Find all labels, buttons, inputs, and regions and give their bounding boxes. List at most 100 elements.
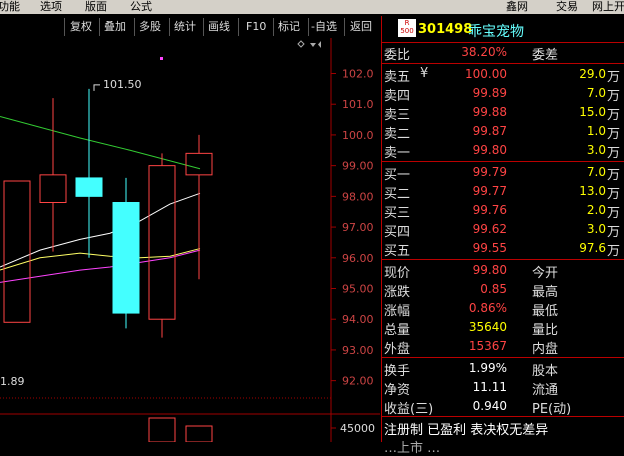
add-watchlist-button[interactable]: -自选: [311, 19, 337, 34]
sell-row[interactable]: 卖五 ¥100.00 29.0 万: [384, 65, 622, 85]
back-button[interactable]: 返回: [350, 19, 372, 34]
y-tick-label: 97.00: [342, 221, 374, 234]
divider: [382, 416, 624, 417]
quote-value: 15367: [468, 339, 507, 353]
sell-row[interactable]: 卖四 99.89 7.0 万: [384, 84, 622, 104]
buy-volume: 3.0: [586, 222, 606, 236]
divider: [308, 18, 309, 36]
quote-row[interactable]: 涨幅 0.86% 最低: [384, 299, 622, 319]
sell-unit: 万: [606, 89, 620, 104]
statistics-button[interactable]: 统计: [174, 19, 196, 34]
volume-bar: [148, 417, 176, 442]
divider: [169, 18, 170, 36]
extra-label-2: 流通: [532, 383, 559, 398]
sell-row[interactable]: 卖三 99.88 15.0 万: [384, 103, 622, 123]
y-tick-label: 95.00: [342, 283, 374, 296]
quote-row[interactable]: 外盘 15367 内盘: [384, 337, 622, 357]
multi-stock-button[interactable]: 多股: [139, 19, 161, 34]
extra-row[interactable]: 换手 1.99% 股本: [384, 359, 622, 379]
ma-line: [0, 116, 201, 170]
buy-row[interactable]: 买三 99.76 2.0 万: [384, 201, 622, 221]
sell-volume: 3.0: [586, 143, 606, 157]
buy-price: 99.55: [472, 241, 507, 255]
overlay-button[interactable]: 叠加: [104, 19, 126, 34]
y-tick-label: 100.0: [342, 129, 374, 142]
candle-up: [3, 180, 31, 323]
quote-row[interactable]: 涨跌 0.85 最高: [384, 280, 622, 300]
menu-layout[interactable]: 版面: [85, 0, 107, 14]
buy-label: 买二: [384, 187, 411, 202]
buy-row[interactable]: 买五 99.55 97.6 万: [384, 239, 622, 259]
buy-volume: 97.6: [579, 241, 606, 255]
buy-label: 买四: [384, 225, 411, 240]
quote-row[interactable]: 现价 99.80 今开: [384, 261, 622, 281]
extra-label: 换手: [384, 364, 411, 379]
mark-button[interactable]: 标记: [278, 19, 300, 34]
sell-row[interactable]: 卖二 99.87 1.0 万: [384, 122, 622, 142]
buy-row[interactable]: 买一 99.79 7.0 万: [384, 163, 622, 183]
menu-options[interactable]: 选项: [40, 0, 62, 14]
y-tick-label: 94.00: [342, 313, 374, 326]
kline-chart[interactable]: 102.0 101.0 100.0 99.00 98.00 97.00 96.00 95.00…: [0, 38, 380, 442]
y-tick-label: 98.00: [342, 190, 374, 203]
adjust-button[interactable]: 复权: [70, 19, 92, 34]
weicha-label: 委差: [532, 48, 559, 63]
divider: [134, 18, 135, 36]
buy-unit: 万: [606, 187, 620, 202]
candles: [3, 88, 213, 442]
divider: [64, 18, 65, 36]
menu-formula[interactable]: 公式: [130, 0, 152, 14]
y-tick-label: 101.0: [342, 98, 374, 111]
y-tick-label: 92.00: [342, 375, 374, 388]
quote-row[interactable]: 总量 35640 量比: [384, 318, 622, 338]
stock-code: 301498: [418, 22, 473, 37]
y-tick-label: 102.0: [342, 68, 374, 81]
quote-value: 0.86%: [468, 301, 507, 315]
y-tick-label: 96.00: [342, 252, 374, 265]
menu-trade[interactable]: 交易: [556, 0, 578, 14]
y-tick-label: 93.00: [342, 344, 374, 357]
buy-price: 99.77: [472, 184, 507, 198]
quote-panel: R 500 301498 乖宝宠物 委比 38.20% 委差 卖五 ¥100.00 2…: [381, 16, 624, 456]
chart-toolbar: 复权 叠加 多股 统计 画线 F10 标记 -自选 返回: [0, 16, 380, 48]
candle-down: [112, 202, 140, 314]
stock-tags-2: …上市 …: [384, 441, 441, 456]
buy-unit: 万: [606, 225, 620, 240]
high-label: 101.50: [103, 78, 142, 91]
stock-tags: 注册制 已盈利 表决权无差异: [384, 423, 549, 438]
volume-tick-label: 45000: [340, 422, 375, 435]
candle-up: [148, 165, 176, 320]
extra-label: 收益(三): [384, 402, 434, 417]
sell-label: 卖三: [384, 108, 411, 123]
extra-row[interactable]: 收益(三) 0.940 PE(动): [384, 397, 622, 417]
buy-volume: 2.0: [586, 203, 606, 217]
extra-label-2: 股本: [532, 364, 559, 379]
menu-online[interactable]: 网上开: [592, 0, 624, 14]
quote-label-2: 最高: [532, 285, 559, 300]
extra-value: 1.99%: [468, 361, 507, 375]
buy-row[interactable]: 买四 99.62 3.0 万: [384, 220, 622, 240]
extra-label-2: PE(动): [532, 402, 572, 417]
candle-down: [75, 177, 103, 197]
extra-value: 0.940: [472, 399, 507, 413]
buy-price: 99.62: [472, 222, 507, 236]
quote-label-2: 量比: [532, 323, 559, 338]
sell-price: 99.89: [472, 86, 507, 100]
sell-row[interactable]: 卖一 99.80 3.0 万: [384, 141, 622, 161]
quote-label: 外盘: [384, 342, 411, 357]
extra-row[interactable]: 净资 11.11 流通: [384, 378, 622, 398]
menu-xinwang[interactable]: 鑫网: [506, 0, 528, 14]
quote-label-2: 最低: [532, 304, 559, 319]
quote-value: 35640: [468, 320, 507, 334]
sell-unit: 万: [606, 127, 620, 142]
divider: [344, 18, 345, 36]
divider: [382, 63, 624, 64]
menu-function[interactable]: 功能: [0, 0, 20, 14]
sell-price: 99.80: [472, 143, 507, 157]
quote-label-2: 内盘: [532, 342, 559, 357]
draw-line-button[interactable]: 画线: [208, 19, 230, 34]
f10-button[interactable]: F10: [246, 19, 266, 34]
sell-unit: 万: [606, 70, 620, 85]
buy-row[interactable]: 买二 99.77 13.0 万: [384, 182, 622, 202]
sell-mark: ¥: [420, 66, 429, 81]
